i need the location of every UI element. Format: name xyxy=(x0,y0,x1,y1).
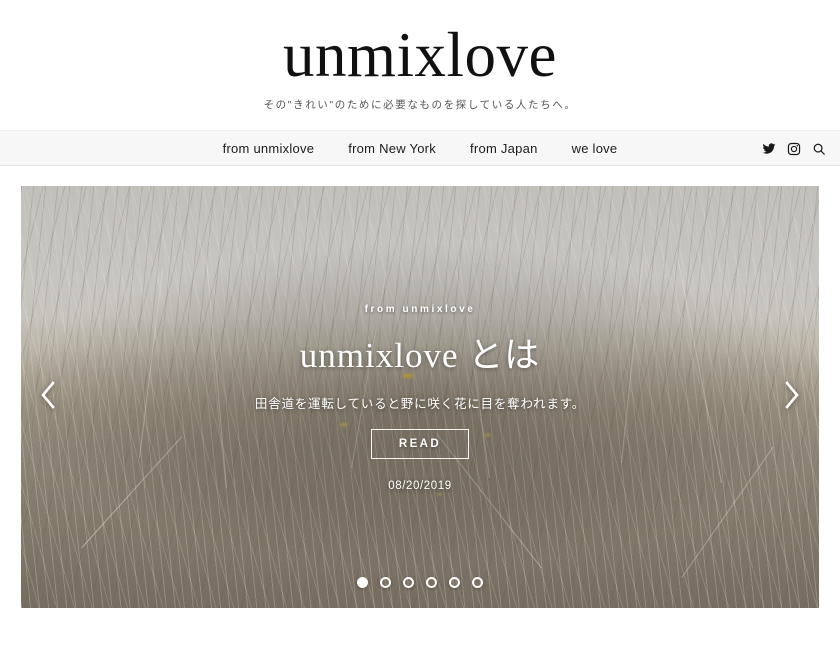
carousel-dot-1[interactable] xyxy=(357,577,368,588)
instagram-icon[interactable] xyxy=(787,142,801,156)
carousel-dot-3[interactable] xyxy=(403,577,414,588)
main-navigation: from unmixlove from New York from Japan … xyxy=(0,130,840,166)
nav-item-from-unmixlove[interactable]: from unmixlove xyxy=(223,141,315,156)
search-icon[interactable] xyxy=(812,142,826,156)
read-button[interactable]: READ xyxy=(370,429,470,459)
carousel-prev-button[interactable] xyxy=(31,374,65,420)
carousel-next-button[interactable] xyxy=(775,374,809,420)
twitter-icon[interactable] xyxy=(762,142,776,156)
nav-item-from-new-york[interactable]: from New York xyxy=(348,141,436,156)
site-header: unmixlove その"きれい"のために必要なものを探している人たちへ。 xyxy=(0,0,840,130)
nav-item-we-love[interactable]: we love xyxy=(572,141,618,156)
carousel-dot-6[interactable] xyxy=(472,577,483,588)
carousel-dot-4[interactable] xyxy=(426,577,437,588)
hero-title[interactable]: unmixlove とは xyxy=(21,327,819,378)
carousel-dot-2[interactable] xyxy=(380,577,391,588)
hero-date: 08/20/2019 xyxy=(388,480,452,492)
nav-item-from-japan[interactable]: from Japan xyxy=(470,141,538,156)
chevron-left-icon xyxy=(38,379,58,416)
site-logo[interactable]: unmixlove xyxy=(283,22,557,88)
hero-category-label[interactable]: from unmixlove xyxy=(21,304,819,315)
social-links xyxy=(762,131,826,167)
nav-list: from unmixlove from New York from Japan … xyxy=(223,141,618,156)
chevron-right-icon xyxy=(782,379,802,416)
hero-slider: from unmixlove unmixlove とは 田舎道を運転していると野… xyxy=(21,186,819,608)
hero-slide-content: from unmixlove unmixlove とは 田舎道を運転していると野… xyxy=(21,304,819,492)
carousel-pagination xyxy=(21,577,819,588)
site-tagline: その"きれい"のために必要なものを探している人たちへ。 xyxy=(263,99,577,112)
hero-excerpt: 田舎道を運転していると野に咲く花に目を奪われます。 xyxy=(254,397,586,411)
carousel-dot-5[interactable] xyxy=(449,577,460,588)
